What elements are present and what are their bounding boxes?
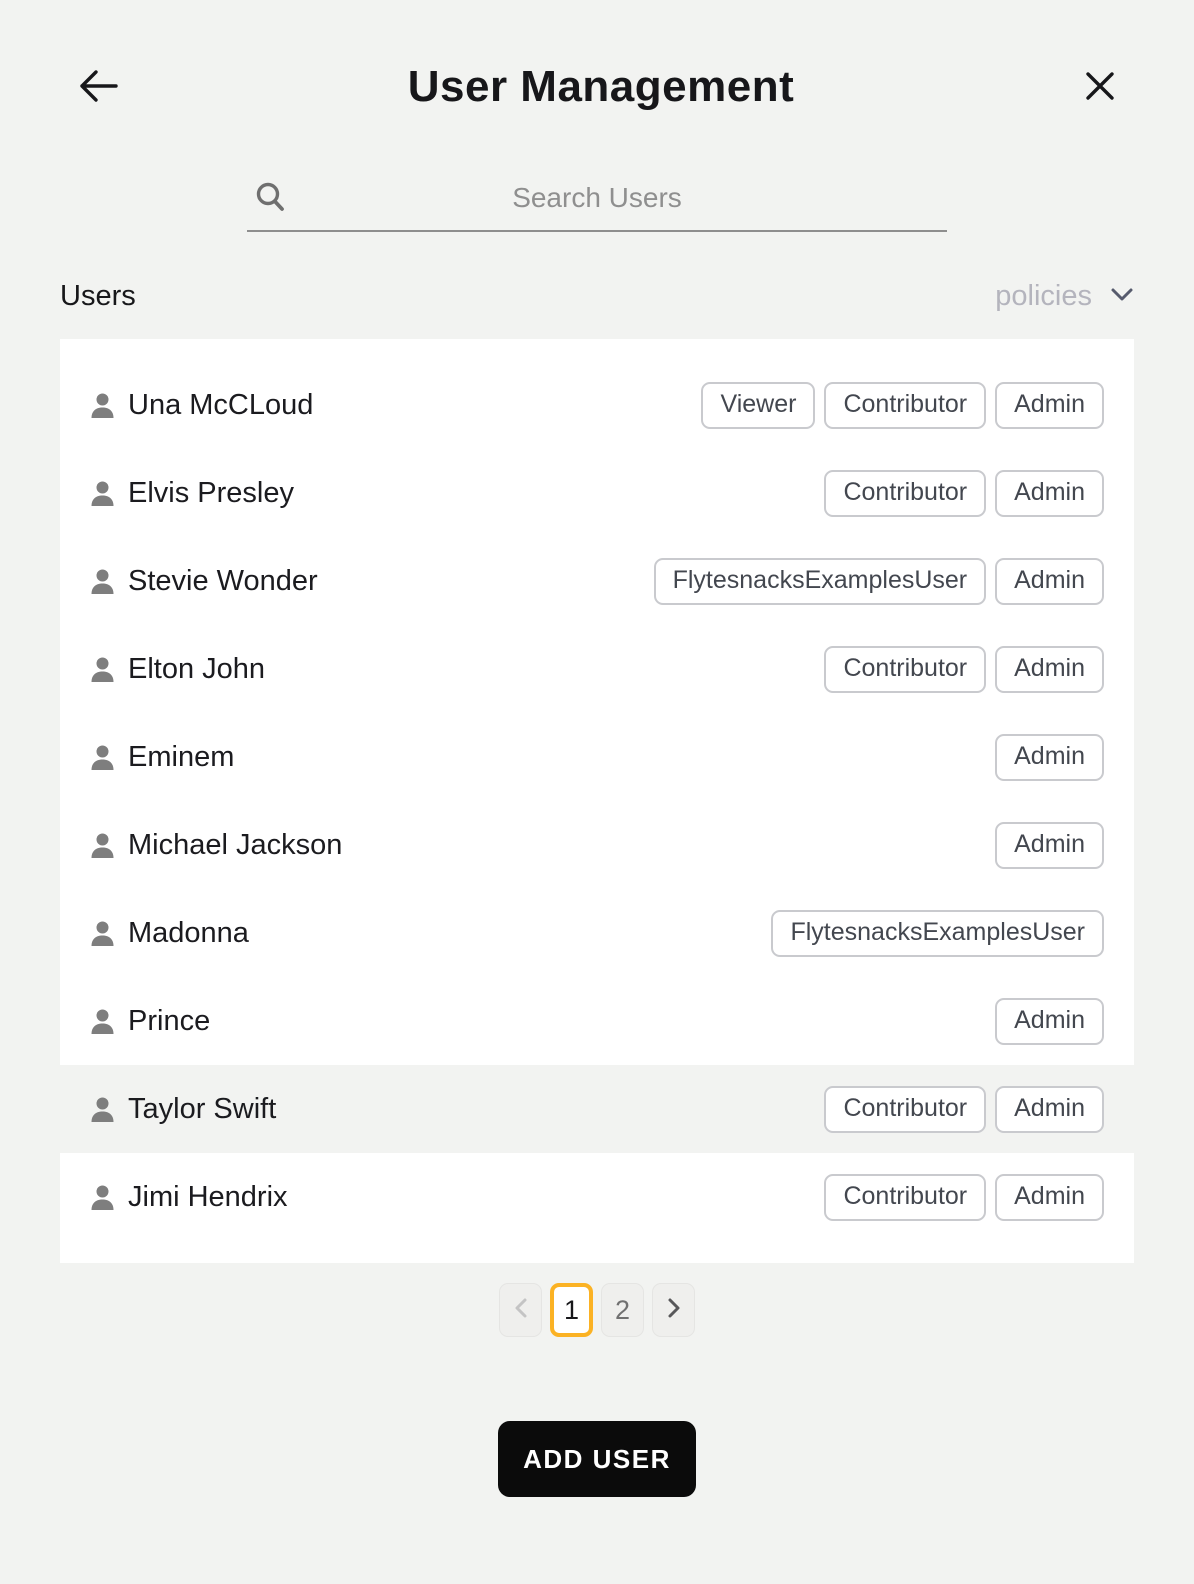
pagination: 12 [0, 1283, 1194, 1337]
chevron-left-icon [513, 1295, 529, 1326]
role-chip[interactable]: Admin [995, 646, 1104, 693]
role-chips: ContributorAdmin [824, 1174, 1104, 1221]
search-icon [253, 180, 289, 221]
person-icon [90, 1184, 115, 1211]
role-chip[interactable]: FlytesnacksExamplesUser [654, 558, 987, 605]
person-icon [90, 1096, 115, 1123]
person-icon [90, 656, 115, 683]
role-chip[interactable]: Admin [995, 382, 1104, 429]
role-chip[interactable]: Admin [995, 734, 1104, 781]
user-row[interactable]: Una McCLoud ViewerContributorAdmin [60, 361, 1134, 449]
role-chip[interactable]: FlytesnacksExamplesUser [771, 910, 1104, 957]
user-name: Taylor Swift [128, 1093, 276, 1126]
back-arrow-icon [78, 69, 118, 106]
person-icon [90, 480, 115, 507]
pagination-page-1[interactable]: 1 [550, 1283, 593, 1337]
role-chip[interactable]: Contributor [824, 646, 986, 693]
role-chip[interactable]: Viewer [701, 382, 815, 429]
user-row[interactable]: Stevie Wonder FlytesnacksExamplesUserAdm… [60, 537, 1134, 625]
back-button[interactable] [78, 69, 118, 106]
role-chip[interactable]: Admin [995, 1174, 1104, 1221]
role-chips: FlytesnacksExamplesUserAdmin [654, 558, 1104, 605]
user-name: Madonna [128, 917, 249, 950]
user-name: Elvis Presley [128, 477, 294, 510]
user-name: Jimi Hendrix [128, 1181, 288, 1214]
user-name: Stevie Wonder [128, 565, 318, 598]
role-chip[interactable]: Contributor [824, 1086, 986, 1133]
search-bar [247, 176, 947, 232]
header: User Management [0, 0, 1194, 112]
policies-dropdown-label: policies [995, 280, 1092, 313]
pagination-next-button[interactable] [652, 1283, 695, 1337]
role-chips: ViewerContributorAdmin [701, 382, 1104, 429]
role-chip[interactable]: Admin [995, 822, 1104, 869]
user-row[interactable]: Taylor Swift ContributorAdmin [60, 1065, 1134, 1153]
user-name: Prince [128, 1005, 210, 1038]
role-chip[interactable]: Admin [995, 470, 1104, 517]
role-chips: Admin [995, 734, 1104, 781]
pagination-prev-button[interactable] [499, 1283, 542, 1337]
person-icon [90, 392, 115, 419]
page-title: User Management [118, 62, 1084, 112]
user-row[interactable]: Elvis Presley ContributorAdmin [60, 449, 1134, 537]
role-chip[interactable]: Contributor [824, 1174, 986, 1221]
user-name: Elton John [128, 653, 265, 686]
user-name: Una McCLoud [128, 389, 313, 422]
person-icon [90, 568, 115, 595]
user-row[interactable]: Madonna FlytesnacksExamplesUser [60, 889, 1134, 977]
pagination-pages: 12 [550, 1283, 644, 1337]
person-icon [90, 832, 115, 859]
role-chip[interactable]: Admin [995, 998, 1104, 1045]
role-chip[interactable]: Admin [995, 558, 1104, 605]
user-row[interactable]: Eminem Admin [60, 713, 1134, 801]
person-icon [90, 920, 115, 947]
close-icon [1084, 70, 1116, 105]
user-name: Michael Jackson [128, 829, 342, 862]
user-row[interactable]: Prince Admin [60, 977, 1134, 1065]
chevron-right-icon [666, 1295, 682, 1326]
person-icon [90, 1008, 115, 1035]
user-row[interactable]: Jimi Hendrix ContributorAdmin [60, 1153, 1134, 1241]
role-chips: ContributorAdmin [824, 646, 1104, 693]
role-chips: FlytesnacksExamplesUser [771, 910, 1104, 957]
role-chips: ContributorAdmin [824, 470, 1104, 517]
role-chip[interactable]: Admin [995, 1086, 1104, 1133]
list-header: Users policies [60, 280, 1134, 313]
user-row[interactable]: Elton John ContributorAdmin [60, 625, 1134, 713]
pagination-page-2[interactable]: 2 [601, 1283, 644, 1337]
users-label: Users [60, 280, 136, 313]
add-user-button[interactable]: ADD USER [498, 1421, 696, 1497]
role-chips: Admin [995, 822, 1104, 869]
role-chips: ContributorAdmin [824, 1086, 1104, 1133]
chevron-down-icon [1110, 287, 1134, 306]
person-icon [90, 744, 115, 771]
role-chips: Admin [995, 998, 1104, 1045]
policies-dropdown[interactable]: policies [995, 280, 1134, 313]
user-row[interactable]: Michael Jackson Admin [60, 801, 1134, 889]
role-chip[interactable]: Contributor [824, 470, 986, 517]
role-chip[interactable]: Contributor [824, 382, 986, 429]
user-list: Una McCLoud ViewerContributorAdmin Elvis… [60, 339, 1134, 1263]
search-input[interactable] [247, 176, 947, 224]
user-name: Eminem [128, 741, 234, 774]
close-button[interactable] [1084, 70, 1116, 105]
